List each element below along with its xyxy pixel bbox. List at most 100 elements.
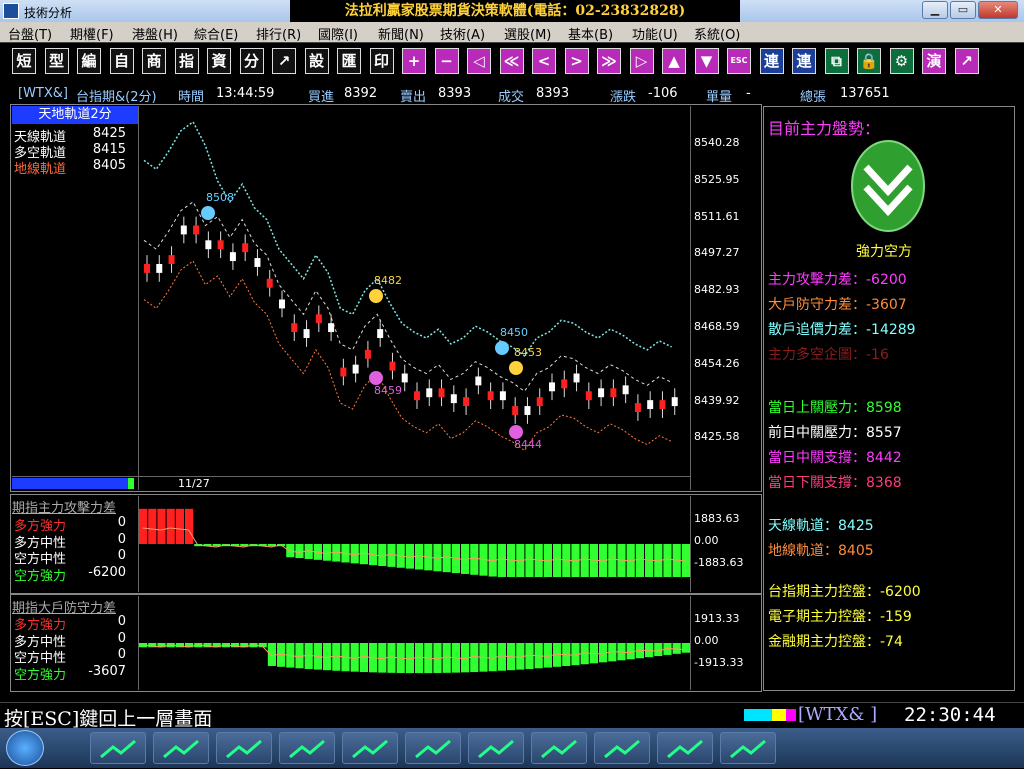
defense-histogram[interactable] (138, 596, 690, 690)
sell-value: 8393 (438, 86, 472, 101)
histogram-bar (654, 643, 663, 657)
indicator-value: 0 (117, 630, 126, 646)
toolbar-button-8[interactable]: ↗ (272, 48, 296, 74)
menu-item-10[interactable]: 功能(U) (632, 24, 678, 43)
toolbar-button-19[interactable]: ▷ (629, 48, 654, 74)
toolbar-button-29[interactable]: ↗ (954, 48, 979, 74)
candle (426, 379, 433, 407)
taskbar-app-button[interactable] (594, 732, 650, 764)
histogram-bar (635, 544, 644, 577)
taskbar-app-button[interactable] (405, 732, 461, 764)
toolbar-button-26[interactable]: 🔒 (857, 48, 881, 74)
candle (401, 364, 408, 392)
toolbar-button-23[interactable]: 連 (759, 48, 784, 74)
status-color-yellow (772, 709, 786, 721)
ground-channel-line (143, 260, 672, 452)
toolbar-button-12[interactable]: + (402, 48, 426, 74)
candle (315, 305, 322, 333)
taskbar-app-button[interactable] (531, 732, 587, 764)
sub-y-tick: 1883.63 (694, 512, 740, 525)
time-scrollbar[interactable] (12, 478, 128, 489)
menu-item-6[interactable]: 新聞(N) (378, 24, 424, 43)
taskbar-app-button[interactable] (720, 732, 776, 764)
toolbar-button-13[interactable]: − (434, 48, 459, 74)
toolbar-button-27[interactable]: ⚙ (889, 48, 914, 74)
toolbar-button-1[interactable]: 型 (44, 48, 69, 74)
toolbar-button-7[interactable]: 分 (239, 48, 264, 74)
taskbar-app-button[interactable] (657, 732, 713, 764)
histogram-bar (681, 643, 690, 653)
toolbar-button-22[interactable]: ESC (727, 48, 751, 74)
legend-row: 地線軌道 8405 (14, 158, 132, 177)
histogram-bar (608, 544, 617, 577)
menu-item-7[interactable]: 技術(A) (440, 24, 485, 43)
toolbar-button-10[interactable]: 匯 (337, 48, 361, 74)
metric-line: 當日下關支撐：8368 (768, 475, 902, 491)
menu-item-4[interactable]: 排行(R) (256, 24, 301, 43)
minimize-button[interactable]: ▁ (922, 1, 948, 19)
close-button[interactable]: ✕ (978, 1, 1018, 19)
menu-item-3[interactable]: 綜合(E) (194, 24, 238, 43)
signal-marker: 8482 (369, 274, 402, 303)
menu-item-5[interactable]: 國際(I) (318, 24, 358, 43)
toolbar-button-3[interactable]: 自 (109, 48, 134, 74)
attack-histogram[interactable] (138, 496, 690, 592)
menu-item-9[interactable]: 基本(B) (568, 24, 613, 43)
indicator-value: 0 (117, 548, 126, 563)
toolbar-button-0[interactable]: 短 (12, 48, 36, 74)
metric-line: 主力多空企圖：-16 (768, 347, 889, 363)
toolbar-button-20[interactable]: ▲ (662, 48, 686, 74)
histogram-bar (175, 508, 184, 544)
toolbar-button-15[interactable]: ≪ (499, 48, 524, 74)
toolbar-button-11[interactable]: 印 (369, 48, 394, 74)
symbol-name: 台指期&(2分) (76, 90, 157, 105)
main-candlestick-chart[interactable]: 8508 8482 8459 8450 8453 8444 (138, 106, 690, 476)
toolbar-button-4[interactable]: 商 (142, 48, 166, 74)
toolbar-button-28[interactable]: 演 (922, 48, 946, 74)
candle (229, 243, 236, 270)
menu-item-0[interactable]: 台盤(T) (8, 24, 52, 43)
marker-label: 8482 (374, 274, 402, 287)
maximize-button[interactable]: ▭ (950, 1, 976, 19)
windows-taskbar (0, 728, 1024, 768)
histogram-bar (185, 508, 194, 544)
sub-y-tick: 0.00 (694, 534, 719, 547)
toolbar-button-18[interactable]: ≫ (597, 48, 621, 74)
signal-marker: 8459 (369, 371, 402, 397)
toolbar-button-9[interactable]: 設 (304, 48, 329, 74)
menu-item-2[interactable]: 港盤(H) (132, 24, 178, 43)
candle (217, 231, 224, 259)
toolbar-button-2[interactable]: 編 (77, 48, 101, 74)
taskbar-app-button[interactable] (468, 732, 524, 764)
candle (328, 314, 335, 341)
taskbar-app-button[interactable] (90, 732, 146, 764)
histogram-bar (267, 643, 276, 666)
buy-label: 買進 (308, 90, 335, 105)
menu-item-1[interactable]: 期權(F) (70, 24, 114, 43)
histogram-bar (350, 544, 359, 564)
toolbar-button-21[interactable]: ▼ (694, 48, 719, 74)
menu-item-8[interactable]: 選股(M) (504, 24, 551, 43)
toolbar-button-6[interactable]: 資 (207, 48, 231, 74)
toolbar-button-17[interactable]: > (564, 48, 589, 74)
scroll-marker[interactable] (128, 478, 134, 489)
taskbar-app-button[interactable] (342, 732, 398, 764)
candle (524, 397, 531, 424)
y-tick-label: 8468.59 (694, 320, 740, 333)
y-tick-label: 8540.28 (694, 136, 740, 149)
indicator-label: 空方強力 (14, 568, 67, 584)
taskbar-app-button[interactable] (279, 732, 335, 764)
taskbar-app-button[interactable] (216, 732, 272, 764)
menu-item-11[interactable]: 系統(O) (694, 24, 740, 43)
toolbar-button-24[interactable]: 連 (792, 48, 816, 74)
toolbar-button-25[interactable]: ⧉ (824, 48, 849, 74)
toolbar-button-5[interactable]: 指 (174, 48, 199, 74)
toolbar-button-16[interactable]: < (532, 48, 556, 74)
toolbar-button-14[interactable]: ◁ (467, 48, 491, 74)
taskbar-app-button[interactable] (153, 732, 209, 764)
quote-info-bar: [WTX&] 台指期&(2分) 時間 13:44:59 買進 8392 賣出 8… (10, 84, 762, 105)
start-button[interactable] (6, 730, 44, 766)
candle (242, 234, 249, 262)
histogram-bar (497, 544, 506, 577)
y-tick-label: 8425.58 (694, 430, 740, 444)
